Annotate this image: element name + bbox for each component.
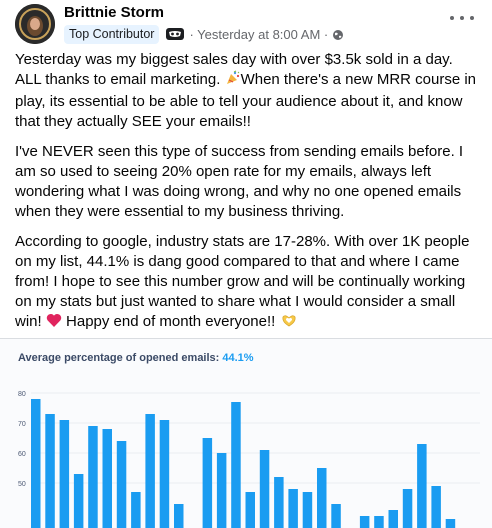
top-contributor-badge[interactable]: Top Contributor bbox=[64, 24, 160, 44]
chart-bar[interactable] bbox=[417, 444, 427, 528]
chart-bar[interactable] bbox=[317, 468, 327, 528]
post-paragraph-1: Yesterday was my biggest sales day with … bbox=[15, 51, 477, 130]
chart-bar[interactable] bbox=[45, 414, 55, 528]
audience-globe-icon bbox=[332, 28, 344, 40]
chart-bar[interactable] bbox=[331, 504, 341, 528]
y-tick-label: 60 bbox=[18, 451, 26, 458]
chart-bar[interactable] bbox=[231, 402, 241, 528]
chart-bar[interactable] bbox=[359, 516, 370, 528]
chart-bar[interactable] bbox=[73, 474, 84, 528]
chart-bar[interactable] bbox=[431, 486, 441, 528]
chart-bar[interactable] bbox=[116, 441, 127, 528]
post-paragraph-2: I've NEVER seen this type of success fro… bbox=[15, 143, 464, 220]
post-paragraph-3: According to google, industry stats are … bbox=[15, 232, 480, 334]
chart-bar[interactable] bbox=[174, 504, 184, 528]
chart-bar[interactable] bbox=[59, 420, 70, 528]
party-popper-icon bbox=[225, 70, 241, 92]
chart-bar[interactable] bbox=[102, 429, 113, 528]
red-heart-icon bbox=[46, 313, 62, 334]
chart-bar[interactable] bbox=[31, 399, 41, 528]
chart-bar[interactable] bbox=[245, 492, 256, 528]
y-tick-label: 50 bbox=[18, 481, 26, 488]
heart-hands-icon bbox=[280, 313, 298, 334]
chart-bar[interactable] bbox=[374, 516, 384, 528]
bar-chart-plot: 50 60 70 80 bbox=[18, 391, 480, 528]
y-tick-label: 80 bbox=[18, 391, 26, 398]
chart-bar[interactable] bbox=[288, 489, 298, 528]
post-header: Brittnie Storm Top Contributor · Yesterd… bbox=[0, 0, 492, 50]
chart-bar[interactable] bbox=[274, 477, 284, 528]
mask-badge-icon bbox=[165, 26, 185, 42]
author-name[interactable]: Brittnie Storm bbox=[64, 4, 164, 21]
facebook-post: Brittnie Storm Top Contributor · Yesterd… bbox=[0, 0, 492, 528]
more-options-icon[interactable] bbox=[450, 10, 474, 26]
chart-bar[interactable] bbox=[145, 414, 155, 528]
chart-bar[interactable] bbox=[202, 438, 213, 528]
y-tick-label: 70 bbox=[18, 421, 26, 428]
avatar[interactable] bbox=[15, 4, 55, 44]
chart-bar[interactable] bbox=[259, 450, 270, 528]
chart-bar[interactable] bbox=[88, 426, 98, 528]
post-timestamp[interactable]: · Yesterday at 8:00 AM · bbox=[189, 27, 328, 42]
post-body: Yesterday was my biggest sales day with … bbox=[15, 50, 480, 344]
chart-bar[interactable] bbox=[216, 453, 227, 528]
chart-bar[interactable] bbox=[302, 492, 313, 528]
open-rate-chart: Average percentage of opened emails: 44.… bbox=[0, 338, 492, 528]
chart-bar[interactable] bbox=[402, 489, 413, 528]
chart-bar[interactable] bbox=[388, 510, 399, 528]
chart-bar[interactable] bbox=[131, 492, 141, 528]
post-meta: Top Contributor · Yesterday at 8:00 AM · bbox=[64, 24, 344, 44]
chart-bar[interactable] bbox=[159, 420, 170, 528]
